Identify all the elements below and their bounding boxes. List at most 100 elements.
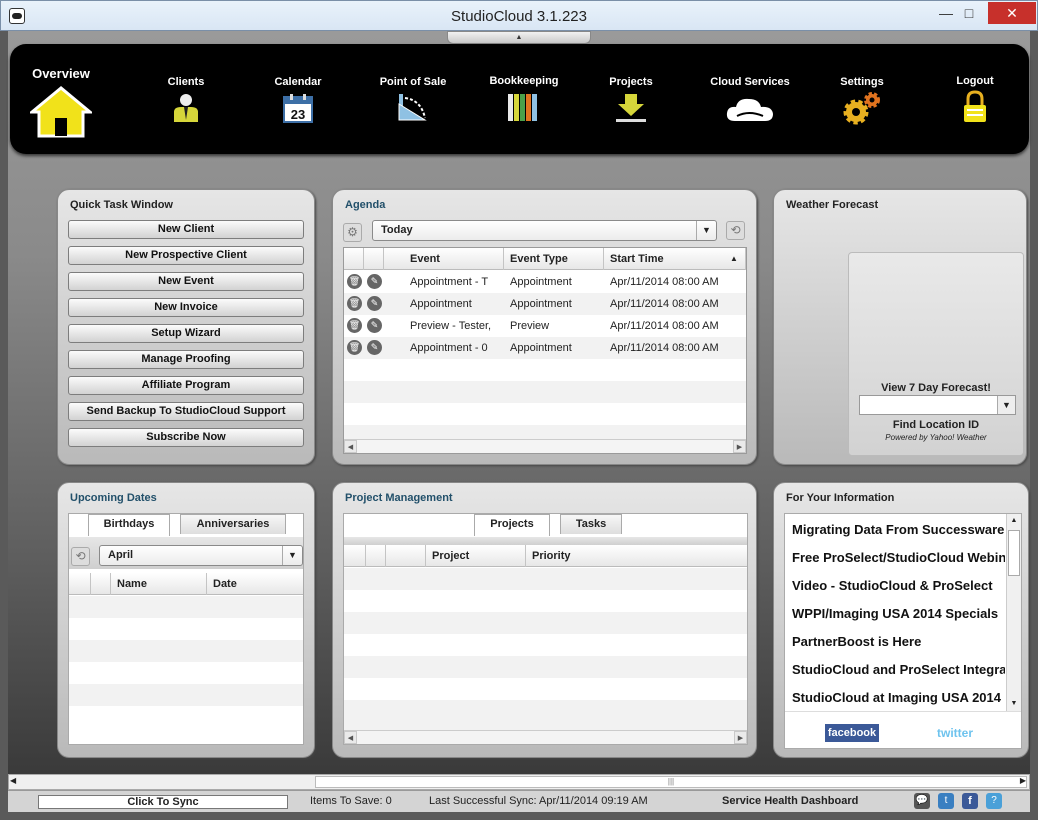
send-backup-button[interactable]: Send Backup To StudioCloud Support — [68, 402, 304, 421]
chat-icon[interactable]: 💬 — [914, 793, 930, 809]
click-to-sync-button[interactable]: Click To Sync — [38, 795, 288, 809]
column-event[interactable]: Event — [404, 248, 504, 270]
main-horizontal-scrollbar[interactable]: ◀ ||| ▶ — [8, 774, 1030, 790]
column-name[interactable]: Name — [111, 573, 207, 595]
new-event-button[interactable]: New Event — [68, 272, 304, 291]
scroll-thumb[interactable]: ||| — [315, 776, 1027, 788]
list-item[interactable]: Migrating Data From Successware — [792, 522, 1005, 537]
manage-proofing-button[interactable]: Manage Proofing — [68, 350, 304, 369]
column-project[interactable]: Project — [426, 545, 526, 567]
title-bar: StudioCloud 3.1.223 — □ ✕ — [0, 0, 1038, 31]
agenda-grid-header: Event Event Type Start Time ▲ — [344, 248, 746, 270]
edit-pencil-icon[interactable]: ✎ — [367, 274, 382, 289]
nav-calendar[interactable]: Calendar 23 — [258, 44, 338, 154]
agenda-title: Agenda — [345, 199, 386, 211]
column-priority[interactable]: Priority — [526, 545, 747, 567]
delete-trash-icon[interactable]: 🗑 — [347, 296, 362, 311]
sort-ascending-icon: ▲ — [730, 254, 738, 263]
scroll-left-icon[interactable]: ◀ — [10, 776, 16, 785]
column-event-type[interactable]: Event Type — [504, 248, 604, 270]
facebook-icon[interactable]: f — [962, 793, 978, 809]
scroll-left-icon[interactable]: ◀ — [344, 440, 357, 453]
nav-clients[interactable]: Clients — [146, 44, 226, 154]
chevron-down-icon: ▼ — [282, 546, 302, 565]
last-sync-text: Last Successful Sync: Apr/11/2014 09:19 … — [429, 795, 648, 807]
agenda-settings-gear-icon[interactable]: ⚙ — [343, 223, 362, 242]
project-horizontal-scrollbar[interactable]: ◀ ▶ — [344, 730, 747, 744]
upcoming-dates-title: Upcoming Dates — [70, 492, 157, 504]
list-item[interactable]: WPPI/Imaging USA 2014 Specials — [792, 606, 1005, 621]
scroll-left-icon[interactable]: ◀ — [344, 731, 357, 744]
edit-pencil-icon[interactable]: ✎ — [367, 318, 382, 333]
column-start-time[interactable]: Start Time — [604, 248, 746, 270]
location-input[interactable]: ▼ — [859, 395, 1016, 415]
scroll-right-icon[interactable]: ▶ — [1020, 776, 1026, 785]
status-bar: Click To Sync Items To Save: 0 Last Succ… — [8, 790, 1030, 812]
tab-tasks[interactable]: Tasks — [560, 514, 622, 534]
point-of-sale-icon — [398, 94, 427, 121]
service-health-link[interactable]: Service Health Dashboard — [722, 795, 858, 807]
powered-by-text: Powered by Yahoo! Weather — [885, 433, 987, 442]
help-icon[interactable]: ? — [986, 793, 1002, 809]
info-vertical-scrollbar[interactable]: ▲ ▼ — [1006, 514, 1021, 711]
list-item[interactable]: StudioCloud and ProSelect Integration — [792, 662, 1005, 677]
nav-logout[interactable]: Logout — [938, 44, 1012, 154]
scroll-down-icon[interactable]: ▼ — [1008, 698, 1020, 710]
nav-bookkeeping[interactable]: Bookkeeping — [476, 44, 572, 154]
information-panel: For Your Information Migrating Data From… — [773, 482, 1029, 758]
list-item[interactable]: Free ProSelect/StudioCloud Webinar — [792, 550, 1005, 565]
new-prospective-client-button[interactable]: New Prospective Client — [68, 246, 304, 265]
list-item[interactable]: StudioCloud at Imaging USA 2014 — [792, 690, 1005, 705]
scroll-thumb[interactable] — [1008, 530, 1020, 576]
table-row[interactable]: 🗑 ✎ Appointment Appointment Apr/11/2014 … — [344, 293, 746, 315]
scroll-up-icon[interactable]: ▲ — [1008, 515, 1020, 527]
scroll-right-icon[interactable]: ▶ — [733, 440, 746, 453]
edit-pencil-icon[interactable]: ✎ — [367, 340, 382, 355]
minimize-button[interactable]: — — [936, 2, 956, 24]
nav-point-of-sale[interactable]: Point of Sale — [365, 44, 461, 154]
nav-projects[interactable]: Projects — [590, 44, 672, 154]
twitter-button[interactable]: twitter — [925, 724, 985, 742]
twitter-icon[interactable]: t — [938, 793, 954, 809]
table-row[interactable]: 🗑 ✎ Appointment - T Appointment Apr/11/2… — [344, 271, 746, 293]
padlock-icon — [964, 90, 986, 122]
tab-anniversaries[interactable]: Anniversaries — [180, 514, 286, 534]
nav-cloud-services[interactable]: Cloud Services — [702, 44, 798, 154]
agenda-filter-dropdown[interactable]: Today ▼ — [372, 220, 717, 241]
agenda-horizontal-scrollbar[interactable]: ◀ ▶ — [344, 439, 746, 453]
edit-pencil-icon[interactable]: ✎ — [367, 296, 382, 311]
maximize-button[interactable]: □ — [959, 2, 979, 24]
setup-wizard-button[interactable]: Setup Wizard — [68, 324, 304, 343]
nav-projects-label: Projects — [609, 76, 653, 88]
upcoming-dates-panel: Upcoming Dates Birthdays Anniversaries ⟲… — [57, 482, 315, 758]
chevron-down-icon[interactable]: ▼ — [997, 396, 1015, 414]
nav-settings[interactable]: Settings — [822, 44, 902, 154]
upcoming-refresh-icon[interactable]: ⟲ — [71, 547, 90, 566]
table-row[interactable]: 🗑 ✎ Appointment - 0 Appointment Apr/11/2… — [344, 337, 746, 359]
list-item[interactable]: Video - StudioCloud & ProSelect — [792, 578, 1005, 593]
facebook-button[interactable]: facebook — [825, 724, 879, 742]
delete-trash-icon[interactable]: 🗑 — [347, 340, 362, 355]
weather-widget: View 7 Day Forecast! ▼ Find Location ID … — [848, 252, 1024, 456]
affiliate-program-button[interactable]: Affiliate Program — [68, 376, 304, 395]
scroll-right-icon[interactable]: ▶ — [734, 731, 747, 744]
tab-projects[interactable]: Projects — [474, 514, 550, 536]
collapse-nav-button[interactable]: ▲ — [447, 31, 591, 44]
new-client-button[interactable]: New Client — [68, 220, 304, 239]
month-dropdown[interactable]: April ▼ — [99, 545, 303, 566]
new-invoice-button[interactable]: New Invoice — [68, 298, 304, 317]
svg-text:23: 23 — [291, 107, 305, 122]
delete-trash-icon[interactable]: 🗑 — [347, 274, 362, 289]
subscribe-now-button[interactable]: Subscribe Now — [68, 428, 304, 447]
table-row[interactable]: 🗑 ✎ Preview - Tester, Preview Apr/11/201… — [344, 315, 746, 337]
delete-trash-icon[interactable]: 🗑 — [347, 318, 362, 333]
tab-birthdays[interactable]: Birthdays — [88, 514, 170, 536]
view-forecast-link[interactable]: View 7 Day Forecast! — [849, 382, 1023, 394]
close-button[interactable]: ✕ — [988, 2, 1036, 24]
nav-overview[interactable]: Overview — [20, 44, 102, 154]
client-icon — [174, 94, 198, 122]
list-item[interactable]: PartnerBoost is Here — [792, 634, 1005, 649]
column-date[interactable]: Date — [207, 573, 303, 595]
agenda-refresh-icon[interactable]: ⟲ — [726, 221, 745, 240]
find-location-link[interactable]: Find Location ID — [849, 419, 1023, 431]
